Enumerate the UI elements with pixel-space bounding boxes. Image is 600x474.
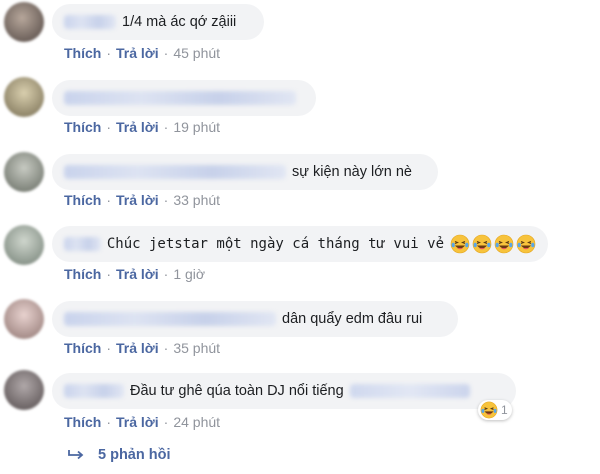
avatar[interactable] — [4, 370, 44, 410]
reply-arrow-icon — [68, 450, 84, 460]
like-link[interactable]: Thích — [64, 45, 101, 61]
separator-dot: · — [163, 266, 169, 282]
separator-dot: · — [163, 45, 169, 61]
emoji-group — [448, 234, 536, 254]
avatar[interactable] — [4, 225, 44, 265]
like-link[interactable]: Thích — [64, 414, 101, 430]
reply-link[interactable]: Trả lời — [116, 414, 159, 430]
separator-dot: · — [106, 340, 112, 356]
like-link[interactable]: Thích — [64, 192, 101, 208]
separator-dot: · — [106, 266, 112, 282]
like-link[interactable]: Thích — [64, 266, 101, 282]
avatar[interactable] — [4, 299, 44, 339]
author-name-blurred[interactable] — [64, 91, 296, 105]
comment-actions: Thích · Trả lời · 1 giờ — [64, 266, 205, 282]
separator-dot: · — [106, 119, 112, 135]
comment-bubble: sự kiện này lớn nè — [52, 154, 438, 190]
reply-link[interactable]: Trả lời — [116, 192, 159, 208]
separator-dot: · — [106, 45, 112, 61]
comment-actions: Thích · Trả lời · 19 phút — [64, 119, 220, 135]
laughing-crying-emoji — [472, 234, 492, 254]
comment-text: 1/4 mà ác qớ zậiii — [122, 14, 237, 30]
reply-link[interactable]: Trả lời — [116, 119, 159, 135]
author-name-blurred[interactable] — [64, 384, 124, 398]
comment-actions: Thích · Trả lời · 33 phút — [64, 192, 220, 208]
author-name-blurred[interactable] — [64, 312, 276, 326]
author-name-blurred[interactable] — [64, 15, 116, 29]
comment-text: sự kiện này lớn nè — [292, 164, 412, 180]
laughing-crying-emoji — [516, 234, 536, 254]
haha-reaction-icon — [480, 401, 498, 419]
like-link[interactable]: Thích — [64, 340, 101, 356]
view-replies-link[interactable]: 5 phản hồi — [68, 447, 171, 463]
timestamp[interactable]: 35 phút — [173, 340, 220, 356]
reply-link[interactable]: Trả lời — [116, 266, 159, 282]
separator-dot: · — [163, 119, 169, 135]
laughing-crying-emoji — [494, 234, 514, 254]
comment-actions: Thích · Trả lời · 45 phút — [64, 45, 220, 61]
comment-bubble: 1/4 mà ác qớ zậiii — [52, 4, 264, 40]
comment-bubble: dân quẩy edm đâu rui — [52, 301, 458, 337]
timestamp[interactable]: 19 phút — [173, 119, 220, 135]
reaction-badge[interactable]: 1 — [478, 400, 512, 420]
timestamp[interactable]: 33 phút — [173, 192, 220, 208]
comment-text: dân quẩy edm đâu rui — [282, 311, 423, 327]
comment-bubble — [52, 80, 316, 116]
laughing-crying-emoji — [450, 234, 470, 254]
replies-label: 5 phản hồi — [98, 447, 171, 463]
separator-dot: · — [163, 192, 169, 208]
avatar[interactable] — [4, 2, 44, 42]
reply-link[interactable]: Trả lời — [116, 45, 159, 61]
separator-dot: · — [163, 340, 169, 356]
comment-bubble: Đầu tư ghê qúa toàn DJ nổi tiếng — [52, 373, 516, 409]
separator-dot: · — [106, 192, 112, 208]
avatar[interactable] — [4, 77, 44, 117]
timestamp[interactable]: 24 phút — [173, 414, 220, 430]
reply-link[interactable]: Trả lời — [116, 340, 159, 356]
author-name-blurred[interactable] — [64, 165, 286, 179]
mention-blurred[interactable] — [349, 384, 470, 398]
like-link[interactable]: Thích — [64, 119, 101, 135]
timestamp[interactable]: 45 phút — [173, 45, 220, 61]
separator-dot: · — [106, 414, 112, 430]
author-name-blurred[interactable] — [64, 237, 101, 251]
comment-text: Đầu tư ghê qúa toàn DJ nổi tiếng — [130, 383, 344, 399]
avatar[interactable] — [4, 152, 44, 192]
comment-actions: Thích · Trả lời · 35 phút — [64, 340, 220, 356]
comment-actions: Thích · Trả lời · 24 phút — [64, 414, 220, 430]
separator-dot: · — [163, 414, 169, 430]
timestamp[interactable]: 1 giờ — [173, 266, 205, 282]
comment-bubble: Chúc jetstar một ngày cá tháng tư vui vẻ — [52, 226, 548, 262]
comment-text: Chúc jetstar một ngày cá tháng tư vui vẻ — [106, 236, 444, 252]
reaction-count: 1 — [501, 403, 508, 417]
